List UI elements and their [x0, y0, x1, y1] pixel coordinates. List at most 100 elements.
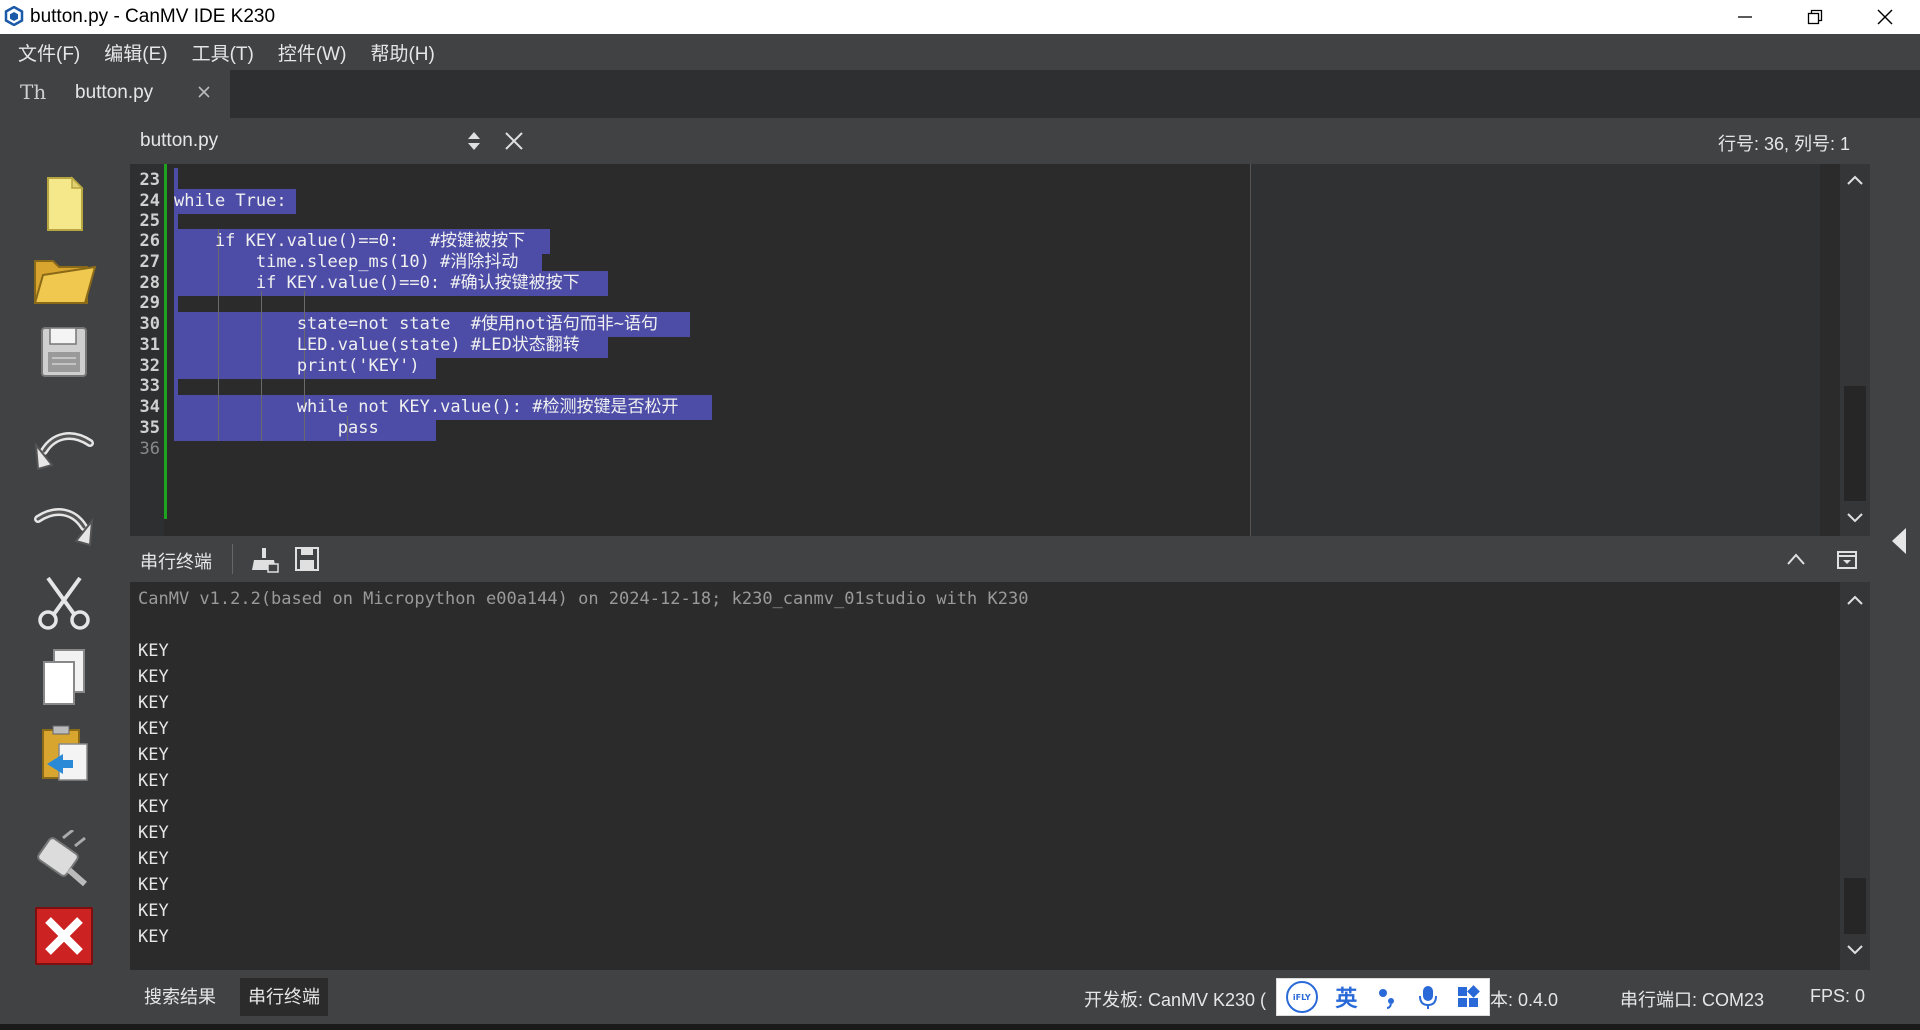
minimize-icon: [1738, 16, 1752, 18]
cut-icon: [38, 576, 90, 630]
taskbar-edge: [0, 1024, 1920, 1030]
terminal-line: KEY: [138, 771, 169, 791]
code-line: while True:: [174, 191, 287, 211]
hide-panel-icon[interactable]: [1836, 550, 1858, 570]
cut-button[interactable]: [28, 566, 100, 638]
save-icon: [41, 327, 87, 377]
board-info: 开发板: CanMV K230 (: [1084, 990, 1267, 1010]
punctuation-icon[interactable]: [1375, 985, 1399, 1009]
minimize-button[interactable]: [1710, 0, 1780, 34]
right-edge-panel: [1880, 118, 1920, 1030]
paste-button[interactable]: [28, 718, 100, 790]
code-line: if KEY.value()==0: #确认按键被按下: [174, 273, 580, 293]
menu-help[interactable]: 帮助(H): [360, 39, 444, 66]
code-editor[interactable]: 23 24 25 26 27 28 29 30 31 32 33 34 35 3…: [130, 164, 1840, 536]
paste-icon: [42, 725, 88, 781]
terminal-banner: CanMV v1.2.2(based on Micropython e00a14…: [138, 589, 1029, 609]
microphone-icon[interactable]: [1417, 984, 1439, 1010]
title-bar: button.py - CanMV IDE K230: [0, 0, 1920, 34]
terminal-line: KEY: [138, 745, 169, 765]
code-line: print('KEY'): [174, 356, 420, 376]
app-logo-icon: [4, 6, 24, 26]
scroll-down-icon[interactable]: [1846, 512, 1864, 524]
save-terminal-icon[interactable]: [294, 546, 320, 572]
tab-button-py[interactable]: Th button.py: [0, 70, 230, 118]
terminal-header: 串行终端: [130, 536, 1880, 582]
cursor-position: 行号: 36, 列号: 1: [1717, 134, 1850, 154]
terminal-line: KEY: [138, 719, 169, 739]
terminal-line: KEY: [138, 875, 169, 895]
frame-buffer-panel: [1250, 164, 1820, 536]
terminal-line: KEY: [138, 823, 169, 843]
disconnect-icon: [35, 907, 93, 965]
ime-lang-toggle[interactable]: 英: [1335, 981, 1357, 1013]
connect-button[interactable]: [28, 824, 100, 896]
menu-bar: 文件(F) 编辑(E) 工具(T) 控件(W) 帮助(H): [0, 34, 1920, 70]
tab-search-results[interactable]: 搜索结果: [136, 978, 224, 1016]
modified-line-marker: [164, 164, 167, 519]
serial-terminal-output[interactable]: CanMV v1.2.2(based on Micropython e00a14…: [130, 582, 1840, 970]
firmware-version: 本: 0.4.0: [1490, 990, 1559, 1010]
scroll-up-icon[interactable]: [1846, 174, 1864, 186]
close-window-button[interactable]: [1850, 0, 1920, 34]
close-editor-icon[interactable]: [504, 131, 524, 151]
clear-terminal-icon[interactable]: [250, 546, 280, 574]
serial-port: 串行端口: COM23: [1620, 990, 1765, 1010]
restore-button[interactable]: [1780, 0, 1850, 34]
line-number: 36: [139, 439, 160, 459]
line-number-gutter: 23 24 25 26 27 28 29 30 31 32 33 34 35 3…: [130, 164, 164, 536]
menu-file[interactable]: 文件(F): [8, 39, 90, 66]
open-file-button[interactable]: [28, 242, 100, 314]
fps-counter: FPS: 0: [1810, 986, 1866, 1006]
collapse-panel-icon[interactable]: [1890, 526, 1908, 556]
new-file-icon: [47, 176, 84, 231]
undo-icon: [34, 432, 94, 471]
divider: [232, 544, 233, 574]
apps-grid-icon[interactable]: [1456, 985, 1481, 1009]
terminal-line: KEY: [138, 901, 169, 921]
redo-icon: [34, 508, 94, 547]
connect-icon: [37, 830, 87, 887]
open-folder-icon: [33, 260, 97, 304]
undo-button[interactable]: [28, 414, 100, 486]
new-file-button[interactable]: [28, 168, 100, 240]
terminal-title: 串行终端: [140, 552, 212, 572]
window-title: button.py - CanMV IDE K230: [30, 6, 276, 27]
sort-arrows-icon[interactable]: [466, 130, 482, 152]
editor-header: button.py 行号: 36, 列号: 1: [130, 118, 1880, 164]
tab-close-icon[interactable]: [196, 84, 212, 100]
terminal-line: KEY: [138, 927, 169, 947]
save-button[interactable]: [28, 316, 100, 388]
code-line: pass: [174, 418, 379, 438]
terminal-line: KEY: [138, 641, 169, 661]
ifly-logo-icon[interactable]: iFLY: [1285, 981, 1318, 1013]
restore-icon: [1807, 9, 1823, 25]
terminal-line: KEY: [138, 667, 169, 687]
menu-edit[interactable]: 编辑(E): [94, 39, 177, 66]
scroll-down-icon[interactable]: [1846, 944, 1864, 956]
tab-bar: Th button.py: [0, 70, 1920, 118]
scroll-up-icon[interactable]: [1846, 594, 1864, 606]
terminal-line: KEY: [138, 797, 169, 817]
maximize-panel-icon[interactable]: [1786, 552, 1806, 566]
menu-widgets[interactable]: 控件(W): [268, 39, 357, 66]
menu-tools[interactable]: 工具(T): [182, 39, 264, 66]
terminal-line: KEY: [138, 693, 169, 713]
redo-button[interactable]: [28, 490, 100, 562]
editor-vertical-scrollbar[interactable]: [1840, 164, 1870, 536]
ime-toolbar: iFLY 英: [1276, 978, 1490, 1016]
disconnect-button[interactable]: [28, 900, 100, 972]
terminal-vertical-scrollbar[interactable]: [1840, 582, 1870, 970]
terminal-line: KEY: [138, 849, 169, 869]
left-toolbar: [0, 118, 130, 1030]
close-icon: [1877, 9, 1893, 25]
copy-icon: [43, 649, 85, 705]
tab-serial-terminal[interactable]: 串行终端: [240, 978, 328, 1016]
scroll-thumb[interactable]: [1844, 386, 1866, 501]
scroll-thumb[interactable]: [1844, 878, 1866, 934]
copy-button[interactable]: [28, 642, 100, 714]
editor-file-name[interactable]: button.py: [140, 130, 218, 152]
text-format-icon: Th: [20, 80, 47, 104]
status-bar: 搜索结果 串行终端 开发板: CanMV K230 ( 本: 0.4.0 串行端…: [130, 970, 1880, 1024]
tab-label: button.py: [75, 82, 154, 103]
